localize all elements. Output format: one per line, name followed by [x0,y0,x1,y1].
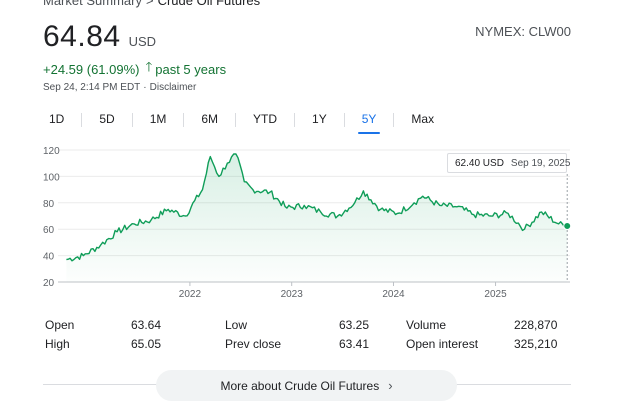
range-tab-1y[interactable]: 1Y [306,109,333,131]
hover-point [563,222,572,231]
x-tick-label: 2025 [484,289,507,300]
stat-open-interest-label: Open interest [406,337,479,351]
stat-open-value: 63.64 [131,318,162,332]
arrow-up-icon: 🡑 [145,59,153,74]
x-tick-label: 2022 [179,289,202,300]
range-tab-max[interactable]: Max [405,109,440,131]
price-area [66,153,568,282]
y-tick-label: 20 [43,278,55,289]
breadcrumb: Market Summary > Crude Oil Futures [43,0,260,8]
stat-prev-close-label: Prev close [225,337,282,351]
disclaimer-link[interactable]: Disclaimer [150,82,197,93]
range-tab-divider [131,113,133,127]
more-about-button[interactable]: More about Crude Oil Futures › [156,370,457,401]
range-tab-divider [81,113,83,127]
stat-volume-label: Volume [406,318,447,332]
timestamp: Sep 24, 2:14 PM EDT [43,82,141,93]
range-tab-divider [294,113,296,127]
breadcrumb-parent[interactable]: Market Summary [43,0,142,8]
ticker-symbol: NYMEX: CLW00 [475,24,571,39]
stat-open-interest-value: 325,210 [514,337,558,351]
stat-high-label: High [45,337,70,351]
y-tick-label: 100 [43,172,60,183]
quote-meta: Sep 24, 2:14 PM EDT · Disclaimer [43,82,196,93]
y-tick-label: 40 [43,252,55,263]
y-tick-label: 120 [43,146,60,157]
range-tab-ytd[interactable]: YTD [247,109,283,131]
stat-prev-close-value: 63.41 [339,337,370,351]
change-period: past 5 years [155,61,227,77]
range-tab-divider [393,113,395,127]
tooltip-date: Sep 19, 2025 [510,157,571,169]
range-tab-1m[interactable]: 1M [144,109,173,131]
breadcrumb-separator: > [145,0,154,8]
stat-low-label: Low [225,318,248,332]
range-tab-divider [183,113,185,127]
currency-label: USD [128,34,157,49]
current-price: 64.84 [43,20,121,53]
y-tick-label: 80 [43,199,55,210]
chevron-right-icon: › [388,378,393,393]
y-tick-label: 60 [43,225,55,236]
price-row: 64.84 USD [43,20,156,54]
range-tab-1d[interactable]: 1D [43,109,70,131]
x-tick-label: 2023 [281,289,304,300]
range-tab-divider [235,113,237,127]
breadcrumb-current: Crude Oil Futures [157,0,261,8]
stat-high-value: 65.05 [131,337,162,351]
range-tabs: 1D 5D 1M 6M YTD 1Y 5Y Max [43,108,440,134]
x-tick-label: 2024 [382,289,405,300]
tooltip-value: 62.40 USD [455,157,504,169]
range-tab-6m[interactable]: 6M [195,109,224,131]
price-change: +24.59 (61.09%) 🡑 past 5 years [43,58,226,80]
stat-volume-value: 228,870 [514,318,558,332]
meta-dot: · [143,82,147,93]
chart-tooltip: 62.40 USD Sep 19, 2025 [447,153,570,173]
change-value: +24.59 (61.09%) [43,61,140,77]
more-about-label: More about Crude Oil Futures [220,378,380,393]
range-tab-5d[interactable]: 5D [93,109,120,131]
range-tab-5y[interactable]: 5Y [356,109,383,134]
stat-open-label: Open [45,318,75,332]
stat-low-value: 63.25 [339,318,370,332]
range-tab-divider [343,113,345,127]
